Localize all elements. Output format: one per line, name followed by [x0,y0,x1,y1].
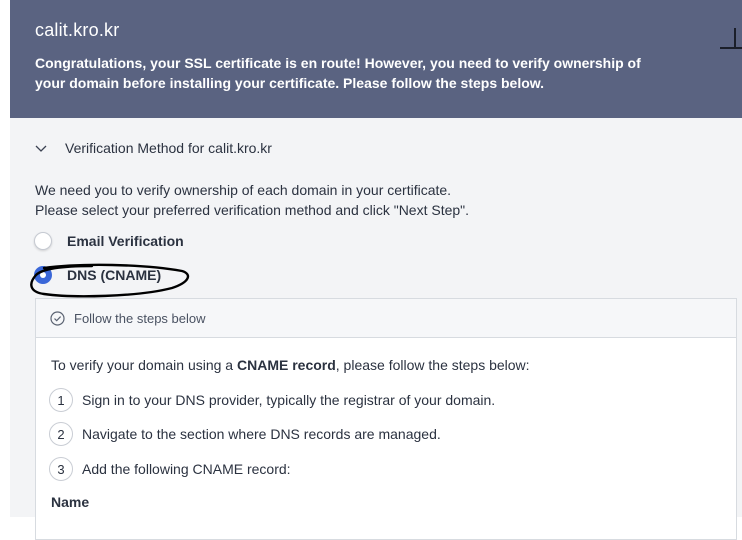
step-1: 1 Sign in to your DNS provider, typicall… [49,388,495,412]
section-description: We need you to verify ownership of each … [35,180,715,220]
intro-prefix: To verify your domain using a [51,357,237,373]
verification-body: Verification Method for calit.kro.kr We … [10,118,742,540]
email-verification-radio[interactable] [34,232,52,250]
steps-panel-header: Follow the steps below [36,299,736,338]
header-corner-icon[interactable] [720,28,742,52]
step-text: Navigate to the section where DNS record… [82,426,441,442]
step-number: 1 [49,388,73,412]
verification-message: Congratulations, your SSL certificate is… [35,55,641,91]
description-line-2: Please select your preferred verificatio… [35,202,470,218]
section-title: Verification Method for calit.kro.kr [65,140,272,156]
verification-method-toggle[interactable]: Verification Method for calit.kro.kr [34,138,272,158]
step-number: 2 [49,422,73,446]
steps-panel: Follow the steps below To verify your do… [35,298,737,540]
email-verification-option[interactable]: Email Verification [34,230,184,252]
step-3: 3 Add the following CNAME record: [49,457,291,481]
description-line-1: We need you to verify ownership of each … [35,182,452,198]
intro-bold: CNAME record [236,357,336,373]
steps-intro: To verify your domain using a CNAME reco… [51,357,530,373]
page-header: calit.kro.kr Congratulations, your SSL c… [10,0,742,118]
domain-title: calit.kro.kr [35,20,120,40]
step-text: Add the following CNAME record: [82,461,291,477]
cname-name-label: Name [51,494,90,510]
step-text: Sign in to your DNS provider, typically … [82,392,496,408]
steps-panel-title: Follow the steps below [74,310,206,326]
dns-cname-option[interactable]: DNS (CNAME) [34,264,161,286]
intro-suffix: , please follow the steps below: [335,357,530,373]
dns-cname-label: DNS (CNAME) [67,267,162,283]
step-2: 2 Navigate to the section where DNS reco… [49,422,441,446]
dns-cname-radio[interactable] [34,266,52,284]
check-circle-icon [50,310,65,326]
step-number: 3 [49,457,73,481]
email-verification-label: Email Verification [67,233,184,249]
chevron-down-icon [34,141,48,155]
